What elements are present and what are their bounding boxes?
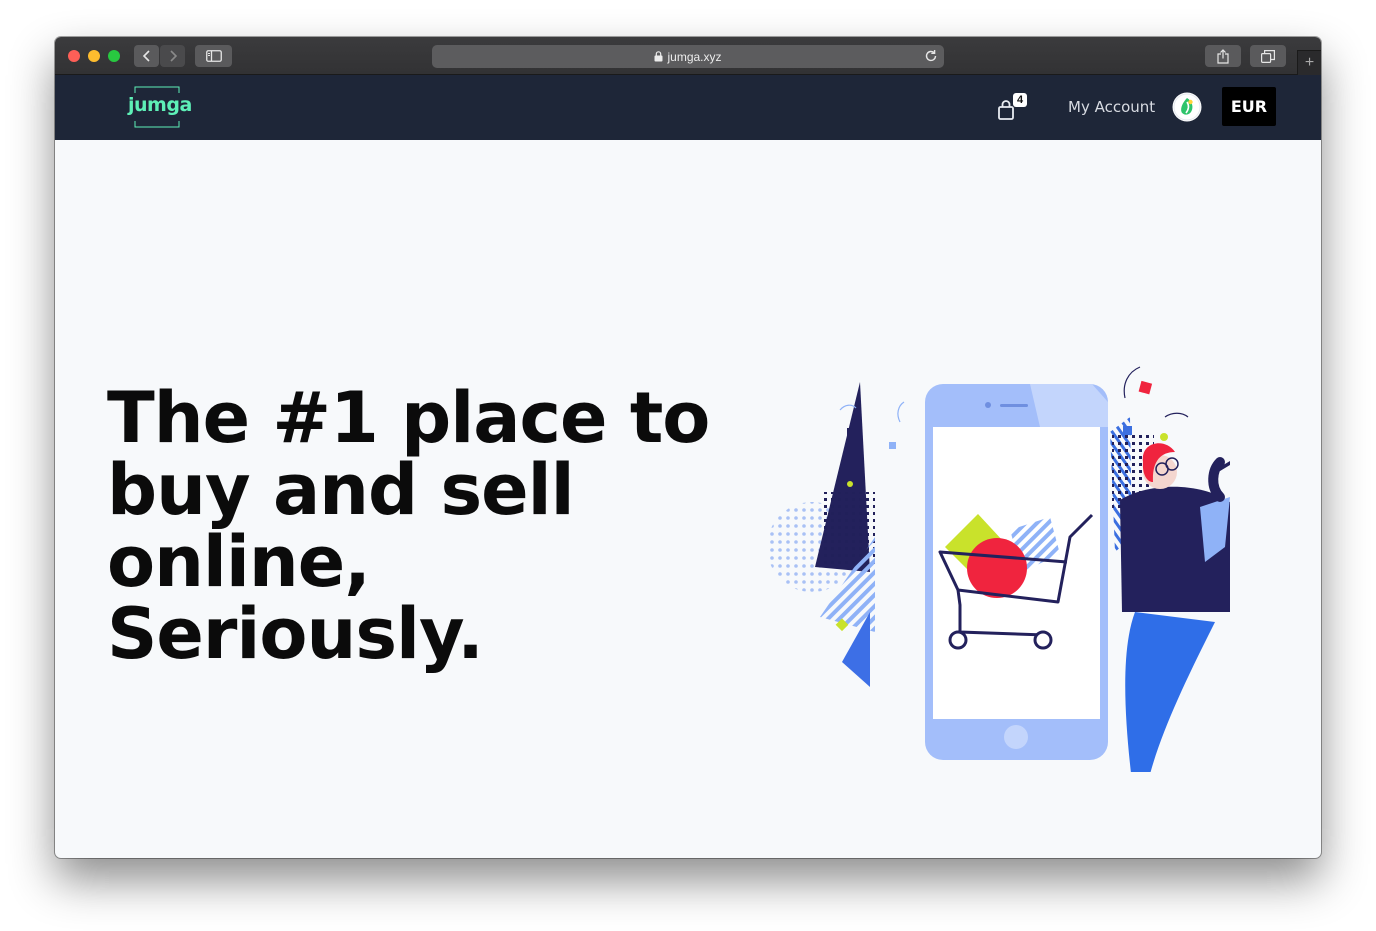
cart-count-badge: 4 — [1013, 93, 1027, 107]
zoom-window-button[interactable] — [108, 50, 120, 62]
new-tab-button[interactable]: + — [1297, 50, 1321, 75]
forward-button[interactable] — [160, 45, 185, 67]
address-bar[interactable]: jumga.xyz — [432, 45, 944, 68]
chevron-left-icon — [142, 50, 150, 62]
hero-line-2: buy and sell — [107, 449, 575, 531]
hero-headline: The #1 place to buy and sell online, Ser… — [107, 377, 710, 675]
currency-selector[interactable]: EUR — [1222, 87, 1276, 126]
leaf-avatar-icon[interactable] — [1172, 92, 1202, 122]
lock-icon — [654, 51, 663, 62]
my-account-link[interactable]: My Account — [1068, 98, 1155, 116]
shopping-illustration — [767, 366, 1230, 772]
tabs-icon — [1261, 49, 1275, 63]
sidebar-icon — [205, 50, 222, 62]
hero-line-1: The #1 place to — [107, 377, 710, 459]
phone-home-button — [1004, 725, 1028, 749]
red-ball — [967, 538, 1027, 598]
hero-line-3: online, — [107, 521, 371, 603]
confetti-dot — [1160, 433, 1168, 441]
share-icon — [1217, 48, 1229, 64]
woman-legs — [1125, 612, 1215, 772]
minimize-window-button[interactable] — [88, 50, 100, 62]
url-text: jumga.xyz — [667, 49, 722, 64]
reload-icon[interactable] — [924, 49, 938, 63]
browser-window: jumga.xyz + jumga 4 My Account EUR The #… — [55, 37, 1321, 858]
confetti-square — [1138, 380, 1153, 395]
jumga-logo[interactable]: jumga — [128, 84, 192, 130]
confetti-square — [1123, 426, 1132, 435]
sidebar-toggle-button[interactable] — [195, 45, 232, 67]
tabs-overview-button[interactable] — [1250, 45, 1286, 67]
confetti-square — [847, 428, 855, 436]
back-button[interactable] — [134, 45, 159, 67]
confetti-square — [889, 442, 896, 449]
chevron-right-icon — [169, 50, 177, 62]
confetti-dot — [847, 481, 853, 487]
close-window-button[interactable] — [68, 50, 80, 62]
logo-wordmark: jumga — [128, 94, 192, 116]
cart-button[interactable]: 4 — [997, 93, 1029, 121]
browser-titlebar: jumga.xyz + — [55, 37, 1321, 75]
site-header: jumga 4 My Account EUR — [55, 75, 1321, 140]
share-button[interactable] — [1205, 45, 1241, 67]
hero-line-4: Seriously. — [107, 593, 484, 675]
